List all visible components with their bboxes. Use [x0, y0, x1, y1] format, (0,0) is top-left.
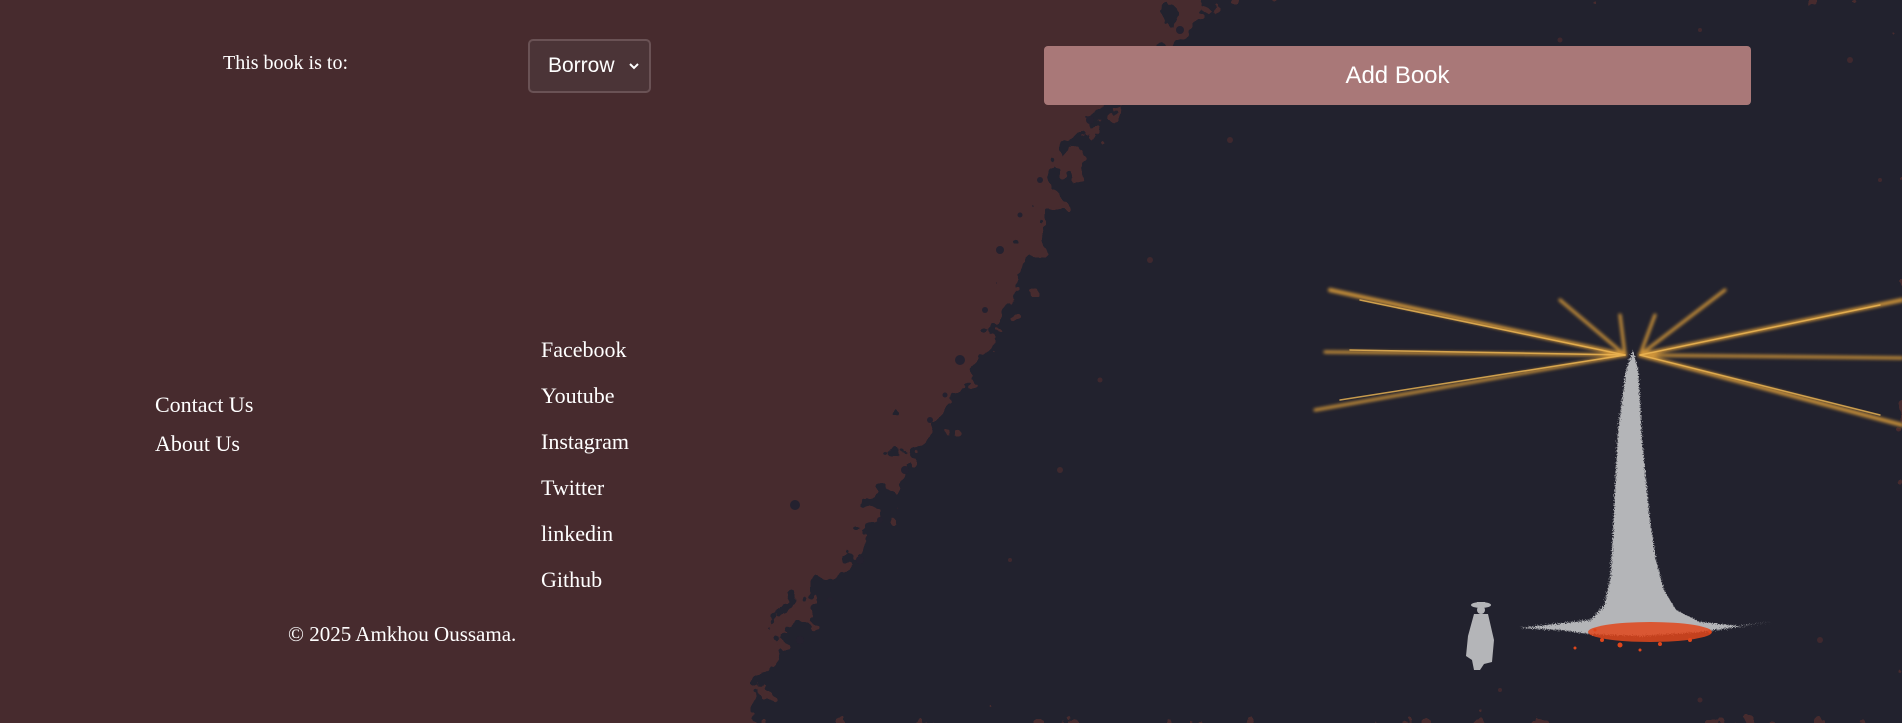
twitter-link[interactable]: Twitter	[541, 465, 629, 511]
youtube-link[interactable]: Youtube	[541, 373, 629, 419]
purpose-select[interactable]: Borrow	[528, 39, 651, 93]
contact-us-link[interactable]: Contact Us	[155, 385, 253, 424]
github-link[interactable]: Github	[541, 557, 629, 603]
footer-links: Contact Us About Us	[155, 385, 253, 463]
purpose-label: This book is to:	[223, 52, 349, 74]
facebook-link[interactable]: Facebook	[541, 327, 629, 373]
about-us-link[interactable]: About Us	[155, 424, 253, 463]
dark-tower-illustration	[744, 0, 1902, 723]
chevron-down-icon	[629, 63, 639, 70]
linkedin-link[interactable]: linkedin	[541, 511, 629, 557]
add-book-button[interactable]: Add Book	[1044, 46, 1751, 105]
instagram-link[interactable]: Instagram	[541, 419, 629, 465]
purpose-select-value: Borrow	[548, 54, 615, 77]
social-links: Facebook Youtube Instagram Twitter linke…	[541, 327, 629, 603]
page: This book is to: Borrow Add Book Contact…	[0, 0, 1902, 723]
copyright: © 2025 Amkhou Oussama.	[288, 622, 517, 646]
